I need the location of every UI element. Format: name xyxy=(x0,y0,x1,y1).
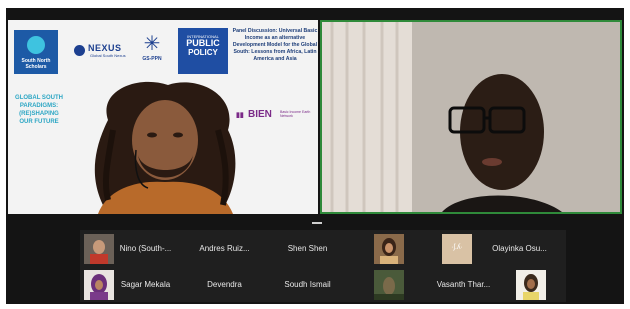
south-north-scholars-logo: South North Scholars xyxy=(14,30,58,74)
participant-video-thumbnail xyxy=(374,234,404,264)
panel-title: Panel Discussion: Universal Basic Income… xyxy=(232,28,318,62)
participant-video-thumbnail xyxy=(84,234,114,264)
participant-video-right-active-speaker[interactable] xyxy=(320,20,622,214)
participant-name: Vasanth Thar... xyxy=(436,280,491,289)
participant-cell[interactable]: Soudh Ismail xyxy=(260,268,355,302)
participant-strip: Nino (South-... Andres Ruiz... Shen Shen… xyxy=(80,230,566,302)
participant-video-left[interactable]: South North Scholars NEXUS Global South … xyxy=(8,20,318,214)
participant-cell[interactable] xyxy=(354,232,414,266)
participant-video-thumbnail xyxy=(516,270,546,300)
international-public-policy-logo: INTERNATIONAL PUBLIC POLICY xyxy=(178,28,228,74)
participant-cell[interactable]: Vasanth Thar... xyxy=(416,268,511,302)
participant-cell[interactable]: Devendra xyxy=(177,268,272,302)
strip-collapse-handle[interactable] xyxy=(312,222,322,224)
participant-cell[interactable]: Olayinka Osu... xyxy=(472,232,567,266)
participant-avatar: ·ʃ.ʎ· xyxy=(442,234,472,264)
speaker-left-image xyxy=(94,81,236,214)
participant-name: Olayinka Osu... xyxy=(492,244,547,253)
speaker-right-image xyxy=(322,22,620,212)
participant-video-thumbnail xyxy=(374,270,404,300)
participant-cell[interactable]: Sagar Mekala xyxy=(82,268,177,302)
participant-cell[interactable]: Andres Ruiz... xyxy=(177,232,272,266)
participant-cell[interactable]: Shen Shen xyxy=(260,232,355,266)
gsppn-logo: ✳ GS-PPN xyxy=(142,33,162,62)
participant-cell[interactable] xyxy=(510,268,550,302)
participant-cell[interactable]: Nino (South-... xyxy=(82,232,177,266)
participant-name: Soudh Ismail xyxy=(284,280,331,289)
participant-name: Sagar Mekala xyxy=(120,280,171,289)
meeting-window: South North Scholars NEXUS Global South … xyxy=(6,8,624,304)
participant-video-thumbnail xyxy=(84,270,114,300)
global-south-paradigms-text: GLOBAL SOUTH PARADIGMS: (RE)SHAPING OUR … xyxy=(15,95,63,125)
participant-name: Nino (South-... xyxy=(119,244,172,253)
participant-name: Shen Shen xyxy=(287,244,328,253)
participant-cell[interactable] xyxy=(354,268,414,302)
participant-name: Devendra xyxy=(207,280,242,289)
participant-name: Andres Ruiz... xyxy=(199,244,250,253)
